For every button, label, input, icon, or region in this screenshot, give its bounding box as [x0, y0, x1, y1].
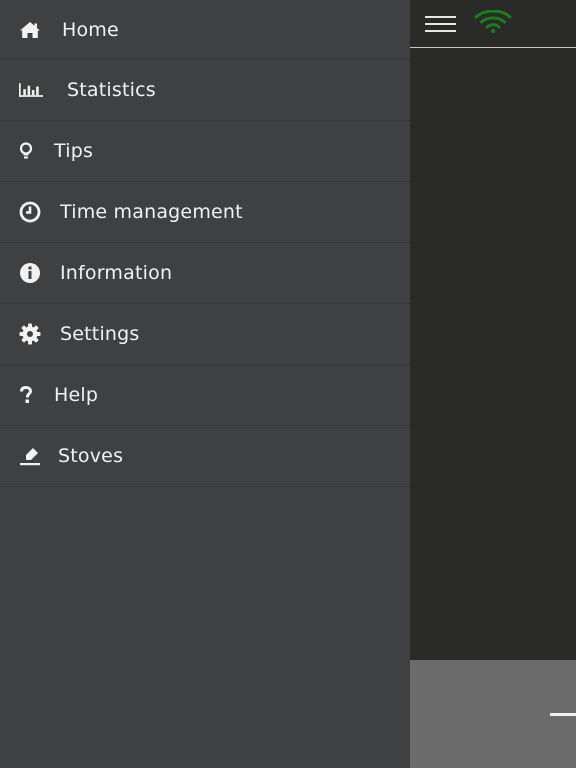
menu-label-stoves: Stoves [58, 445, 124, 467]
menu-item-home[interactable]: Home [0, 0, 410, 60]
main-content [410, 49, 576, 660]
menu-item-statistics[interactable]: Statistics [0, 60, 410, 121]
menu-label-statistics: Statistics [67, 79, 156, 101]
top-bar [410, 0, 576, 48]
menu-label-settings: Settings [60, 323, 140, 345]
clock-icon [19, 201, 43, 223]
menu-label-time-management: Time management [60, 201, 243, 223]
menu-item-settings[interactable]: Settings [0, 304, 410, 365]
bottom-handle[interactable] [550, 713, 576, 716]
menu-item-tips[interactable]: Tips [0, 121, 410, 182]
menu-label-tips: Tips [54, 140, 94, 162]
stove-icon [19, 445, 43, 467]
menu-item-time-management[interactable]: Time management [0, 182, 410, 243]
info-icon [19, 262, 43, 284]
menu-item-stoves[interactable]: Stoves [0, 426, 410, 487]
question-icon [19, 384, 43, 406]
hamburger-icon[interactable] [425, 14, 456, 34]
home-icon [19, 19, 43, 41]
menu-label-information: Information [60, 262, 173, 284]
wifi-icon [473, 9, 513, 34]
menu-item-information[interactable]: Information [0, 243, 410, 304]
side-drawer: Home Statistics Tips Time management Inf… [0, 0, 410, 768]
gear-icon [19, 323, 43, 345]
menu-label-home: Home [62, 18, 119, 41]
bottom-panel [410, 660, 576, 768]
app-root: Home Statistics Tips Time management Inf… [0, 0, 576, 768]
menu-item-help[interactable]: Help [0, 365, 410, 426]
lightbulb-icon [19, 140, 43, 162]
bar-chart-icon [19, 79, 43, 101]
menu-label-help: Help [54, 384, 99, 406]
